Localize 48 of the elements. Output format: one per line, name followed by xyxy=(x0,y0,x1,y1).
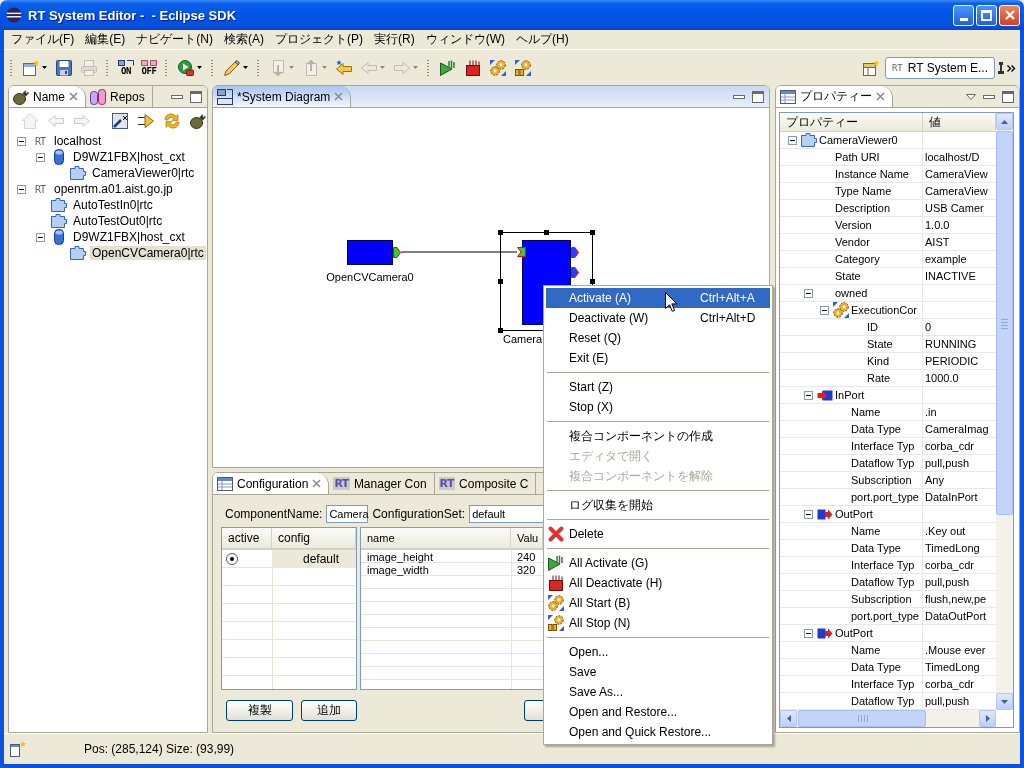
property-name: CameraViewer0 xyxy=(819,134,898,146)
field-label: ConfigurationSet: xyxy=(372,506,466,521)
property-name: Kind xyxy=(867,355,890,367)
property-name: Description xyxy=(835,202,891,214)
property-name: port.port_type xyxy=(851,491,919,503)
property-name: Path URI xyxy=(835,151,880,163)
property-name: Name xyxy=(851,644,881,656)
property-name: State xyxy=(867,338,893,350)
property-name: Rate xyxy=(867,372,891,384)
property-name: OutPort xyxy=(835,627,873,639)
property-name: Data Type xyxy=(851,661,901,673)
table-cell-text: 320 xyxy=(516,563,537,576)
property-name: OutPort xyxy=(835,508,873,520)
property-name: Name xyxy=(851,525,881,537)
property-name: port.port_type xyxy=(851,610,919,622)
property-name: Type Name xyxy=(835,185,892,197)
table-cell-text: image_height xyxy=(366,550,435,563)
property-name: State xyxy=(835,270,861,282)
property-name: owned xyxy=(835,287,868,299)
property-name: Subscription xyxy=(851,474,912,486)
table-cell-text: 240 xyxy=(516,550,537,563)
property-name: Instance Name xyxy=(835,168,909,180)
field-label: ComponentName: xyxy=(225,506,323,521)
property-name: Dataflow Typ xyxy=(851,695,915,707)
property-name: Dataflow Typ xyxy=(851,576,915,588)
icon-label: RT xyxy=(34,135,45,147)
window-title: RT System Editor - - Eclipse SDK xyxy=(28,7,237,23)
shortcut-label: Ctrl+Alt+D xyxy=(700,311,757,325)
property-name: ExecutionCor xyxy=(851,304,918,316)
property-name: Name xyxy=(851,406,881,418)
table-cell-text: image_width xyxy=(366,563,430,576)
property-name: ID xyxy=(867,321,878,333)
component-label: Camera xyxy=(503,333,543,345)
property-name: Interface Typ xyxy=(851,440,915,452)
property-name: Dataflow Typ xyxy=(851,457,915,469)
property-name: Category xyxy=(835,253,880,265)
property-name: InPort xyxy=(835,389,865,401)
property-name: Interface Typ xyxy=(851,559,915,571)
shortcut-label: Ctrl+Alt+A xyxy=(700,291,756,305)
property-name: Version xyxy=(835,219,872,231)
status-text: Pos: (285,124) Size: (93,99) xyxy=(84,742,235,756)
property-name: Vendor xyxy=(835,236,870,248)
property-name: Subscription xyxy=(851,593,912,605)
property-name: Interface Typ xyxy=(851,678,915,690)
property-name: Data Type xyxy=(851,542,901,554)
component-label: OpenCVCamera0 xyxy=(326,271,414,283)
icon-label: RT xyxy=(34,183,45,195)
property-name: Data Type xyxy=(851,423,901,435)
